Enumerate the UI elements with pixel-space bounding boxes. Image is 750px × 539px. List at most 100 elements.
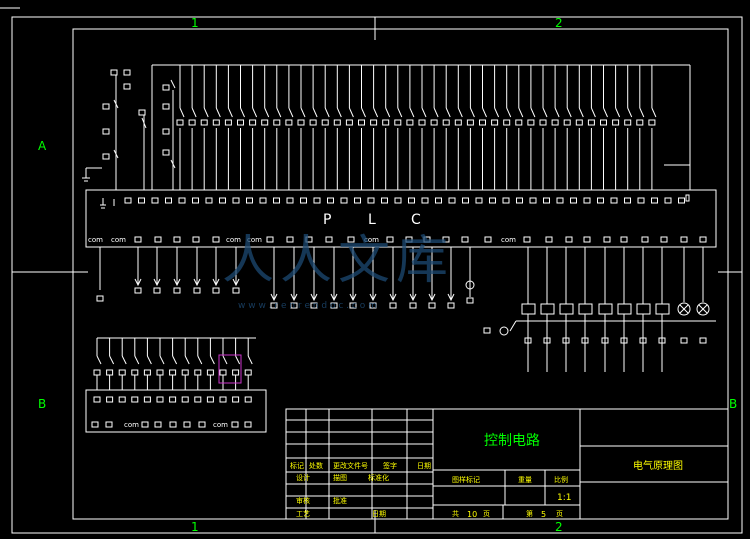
plc-output-pin — [641, 236, 649, 243]
input-terminal — [358, 119, 365, 126]
input-terminal-row — [176, 119, 656, 126]
plc-output-pin — [699, 236, 707, 243]
plc-input-pin — [664, 197, 672, 204]
sheets-total-label: 共 — [452, 509, 459, 518]
zone-bottom-2: 2 — [555, 520, 563, 534]
panel-switch-contact — [222, 355, 228, 365]
input-terminal — [479, 119, 486, 126]
plc-input-pin — [678, 197, 685, 204]
pushbutton-terminal — [102, 103, 110, 110]
panel-switch-terminal — [93, 369, 101, 376]
expansion-module-panel: com com — [85, 337, 267, 433]
panel-output-pin — [154, 421, 162, 428]
switch-contact — [170, 79, 176, 89]
input-switch-contact — [191, 107, 197, 118]
plc-output-pin — [545, 236, 553, 243]
plc-input-pin — [259, 197, 267, 204]
input-switch-contact — [288, 107, 294, 118]
input-terminal — [648, 119, 656, 126]
output-terminal — [96, 295, 104, 302]
input-switch-contact — [348, 107, 354, 118]
stage-header-weight: 重量 — [518, 476, 532, 484]
input-terminal — [261, 119, 269, 126]
plc-output-pin — [212, 236, 220, 243]
input-terminal — [624, 119, 632, 126]
panel-switch-terminal — [206, 369, 214, 376]
input-terminal — [418, 119, 426, 126]
plc-input-pin — [205, 197, 213, 204]
panel-input-pin — [131, 396, 139, 403]
input-terminal — [394, 119, 402, 126]
input-terminal — [551, 119, 559, 126]
input-terminal — [212, 119, 220, 126]
sheets-total-unit: 页 — [483, 510, 490, 518]
pushbutton-terminal — [162, 149, 170, 156]
plc-input-pin — [354, 197, 361, 204]
input-switch-contact — [227, 107, 233, 118]
input-switch-contact — [530, 107, 536, 118]
relay-coil — [655, 303, 670, 315]
plc-input-pin — [475, 197, 483, 204]
lamp-terminal — [699, 337, 707, 344]
pushbutton-terminal — [102, 128, 110, 135]
panel-input-pin — [156, 396, 164, 403]
input-switch-contact — [590, 107, 596, 118]
panel-switch-contact — [247, 355, 253, 365]
zone-top-1: 1 — [191, 16, 199, 30]
plc-input-pin — [219, 197, 226, 204]
panel-input-pin — [106, 396, 114, 403]
panel-input-pin — [181, 396, 189, 403]
plc-output-pin — [603, 236, 611, 243]
relay-coil — [578, 303, 593, 315]
row-approve: 批准 — [333, 496, 347, 505]
panel-output-pin — [91, 421, 99, 428]
plc-input-pin — [286, 197, 294, 204]
panel-switch-terminal — [118, 369, 126, 376]
input-terminal — [285, 119, 293, 126]
input-switch-contact — [639, 107, 645, 118]
plc-input-pin — [637, 197, 645, 204]
input-switch-group — [179, 65, 657, 190]
plc-input-pin — [367, 197, 375, 204]
plc-output-pin — [192, 236, 200, 243]
plc-input-pin — [489, 197, 496, 204]
plc-input-pin — [543, 197, 550, 204]
rev-header-mark: 标记 — [290, 461, 304, 470]
panel-switch-terminal — [194, 369, 202, 376]
panel-switch-contact — [184, 355, 190, 365]
sheet-no-label: 第 — [526, 509, 533, 518]
input-switch-contact — [542, 107, 548, 118]
plc-input-pin — [408, 197, 415, 204]
plc-output-pin — [484, 236, 492, 243]
row-trace: 描图 — [333, 473, 347, 482]
input-switch-contact — [554, 107, 560, 118]
panel-switch-contact — [134, 355, 140, 365]
relay-coil — [636, 303, 651, 315]
plc-input-pin — [178, 197, 186, 204]
plc-output-pin — [134, 236, 142, 243]
rev-header-date: 日期 — [417, 462, 431, 470]
panel-output-pin — [169, 421, 177, 428]
panel-switch-contact — [172, 355, 178, 365]
plc-input-pin — [300, 197, 307, 204]
sheets-total: 10 — [467, 510, 477, 519]
plc-input-pin — [327, 197, 334, 204]
output-terminal — [428, 302, 436, 309]
sheet-no: 5 — [541, 510, 546, 519]
panel-switch-terminal — [244, 369, 252, 376]
pushbutton-terminal — [110, 69, 118, 76]
plc-ground-symbol — [100, 198, 115, 209]
input-terminal — [600, 119, 607, 126]
panel-input-pin — [232, 396, 240, 403]
stage-header-scale: 比例 — [554, 475, 568, 484]
input-switch-contact — [336, 107, 342, 118]
output-terminal — [193, 287, 201, 294]
plc-input-pin — [151, 197, 159, 204]
panel-input-pin — [206, 396, 214, 403]
panel-switch-terminal — [143, 369, 151, 376]
input-terminal — [515, 119, 523, 126]
input-switch-contact — [240, 107, 245, 118]
output-terminal — [389, 302, 397, 309]
input-switch-contact — [385, 107, 391, 118]
panel-com-label: com — [213, 421, 228, 429]
